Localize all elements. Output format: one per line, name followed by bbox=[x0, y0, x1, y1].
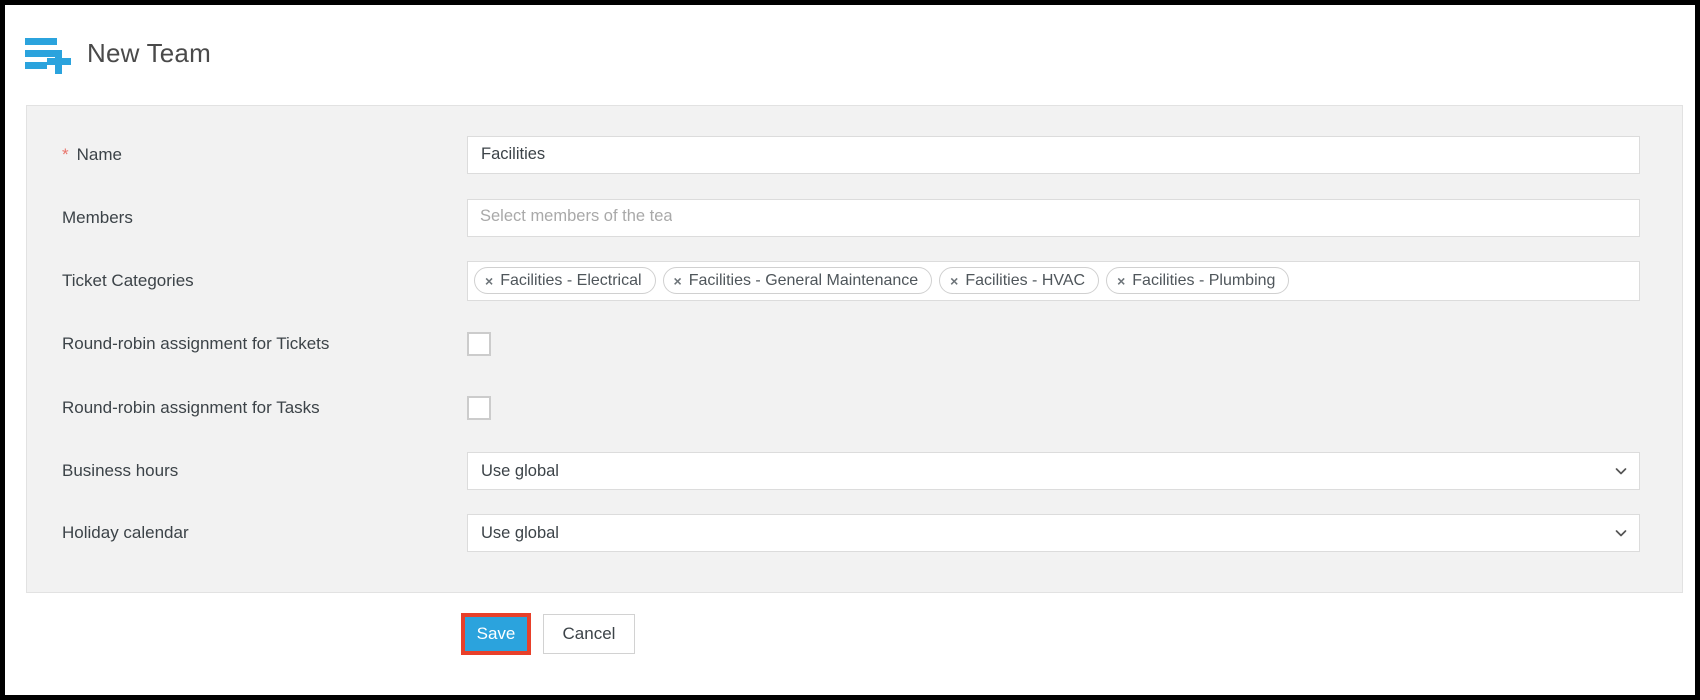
form-row-round-robin-tasks: Round-robin assignment for Tasks bbox=[27, 376, 1682, 440]
ticket-categories-tag-box[interactable]: × Facilities - Electrical × Facilities -… bbox=[467, 260, 1640, 301]
tag-label: Facilities - General Maintenance bbox=[688, 271, 919, 289]
screenshot-frame: New Team * Name Members bbox=[0, 0, 1700, 700]
label-holiday-calendar: Holiday calendar bbox=[62, 523, 189, 542]
control-business-hours: Use global bbox=[467, 452, 1640, 490]
control-ticket-categories: × Facilities - Electrical × Facilities -… bbox=[467, 260, 1640, 301]
form-row-business-hours: Business hours Use global bbox=[27, 440, 1682, 502]
form-row-holiday-calendar: Holiday calendar Use global bbox=[27, 502, 1682, 564]
tag-label: Facilities - HVAC bbox=[965, 271, 1086, 289]
control-holiday-calendar: Use global bbox=[467, 514, 1640, 552]
round-robin-tasks-checkbox[interactable] bbox=[467, 396, 491, 420]
save-button-highlight: Save bbox=[461, 613, 531, 655]
label-name-text: Name bbox=[76, 144, 122, 164]
label-round-robin-tickets: Round-robin assignment for Tickets bbox=[62, 334, 330, 353]
form-row-ticket-categories: Ticket Categories × Facilities - Electri… bbox=[27, 249, 1682, 312]
holiday-calendar-select[interactable]: Use global bbox=[467, 514, 1640, 552]
control-round-robin-tickets bbox=[467, 332, 1640, 356]
form-actions: Save Cancel bbox=[461, 613, 635, 655]
label-round-robin-tasks: Round-robin assignment for Tasks bbox=[62, 398, 320, 417]
required-asterisk: * bbox=[62, 144, 69, 164]
form-row-round-robin-tickets: Round-robin assignment for Tickets bbox=[27, 312, 1682, 376]
members-field-wrap: Select members of the team bbox=[467, 198, 1640, 237]
label-ticket-categories: Ticket Categories bbox=[62, 270, 194, 290]
page-body: New Team * Name Members bbox=[5, 5, 1695, 695]
tag-label: Facilities - Plumbing bbox=[1132, 271, 1276, 289]
tag-chip[interactable]: × Facilities - General Maintenance bbox=[662, 267, 933, 294]
tag-remove-icon[interactable]: × bbox=[950, 274, 958, 288]
form-row-members: Members Select members of the team bbox=[27, 186, 1682, 249]
control-name bbox=[467, 135, 1640, 174]
icon-plus-vertical bbox=[55, 50, 62, 74]
holiday-calendar-select-wrap[interactable]: Use global bbox=[467, 514, 1640, 552]
members-input[interactable] bbox=[467, 198, 1640, 237]
page-header: New Team bbox=[5, 5, 1695, 77]
save-button[interactable]: Save bbox=[465, 617, 527, 651]
round-robin-tickets-checkbox[interactable] bbox=[467, 332, 491, 356]
form-row-name: * Name bbox=[27, 123, 1682, 186]
business-hours-select[interactable]: Use global bbox=[467, 452, 1640, 490]
label-name: * Name bbox=[62, 145, 467, 165]
tag-chip[interactable]: × Facilities - HVAC bbox=[939, 267, 1100, 294]
new-team-list-plus-icon bbox=[25, 34, 71, 74]
label-members: Members bbox=[62, 207, 133, 227]
control-members: Select members of the team bbox=[467, 198, 1640, 237]
label-business-hours: Business hours bbox=[62, 461, 179, 480]
tag-chip[interactable]: × Facilities - Electrical bbox=[474, 267, 656, 294]
tag-chip[interactable]: × Facilities - Plumbing bbox=[1106, 267, 1290, 294]
control-round-robin-tasks bbox=[467, 396, 1640, 420]
icon-bar-2 bbox=[25, 50, 57, 57]
icon-bar-1 bbox=[25, 38, 57, 45]
cancel-button[interactable]: Cancel bbox=[543, 614, 635, 654]
new-team-form-panel: * Name Members Select members of the team bbox=[26, 105, 1683, 593]
tag-remove-icon[interactable]: × bbox=[1117, 274, 1125, 288]
tag-label: Facilities - Electrical bbox=[500, 271, 642, 289]
tag-remove-icon[interactable]: × bbox=[674, 274, 682, 288]
tag-remove-icon[interactable]: × bbox=[485, 274, 493, 288]
business-hours-select-wrap[interactable]: Use global bbox=[467, 452, 1640, 490]
icon-bar-3 bbox=[25, 62, 47, 69]
name-input[interactable] bbox=[467, 135, 1640, 174]
page-title: New Team bbox=[87, 37, 211, 68]
